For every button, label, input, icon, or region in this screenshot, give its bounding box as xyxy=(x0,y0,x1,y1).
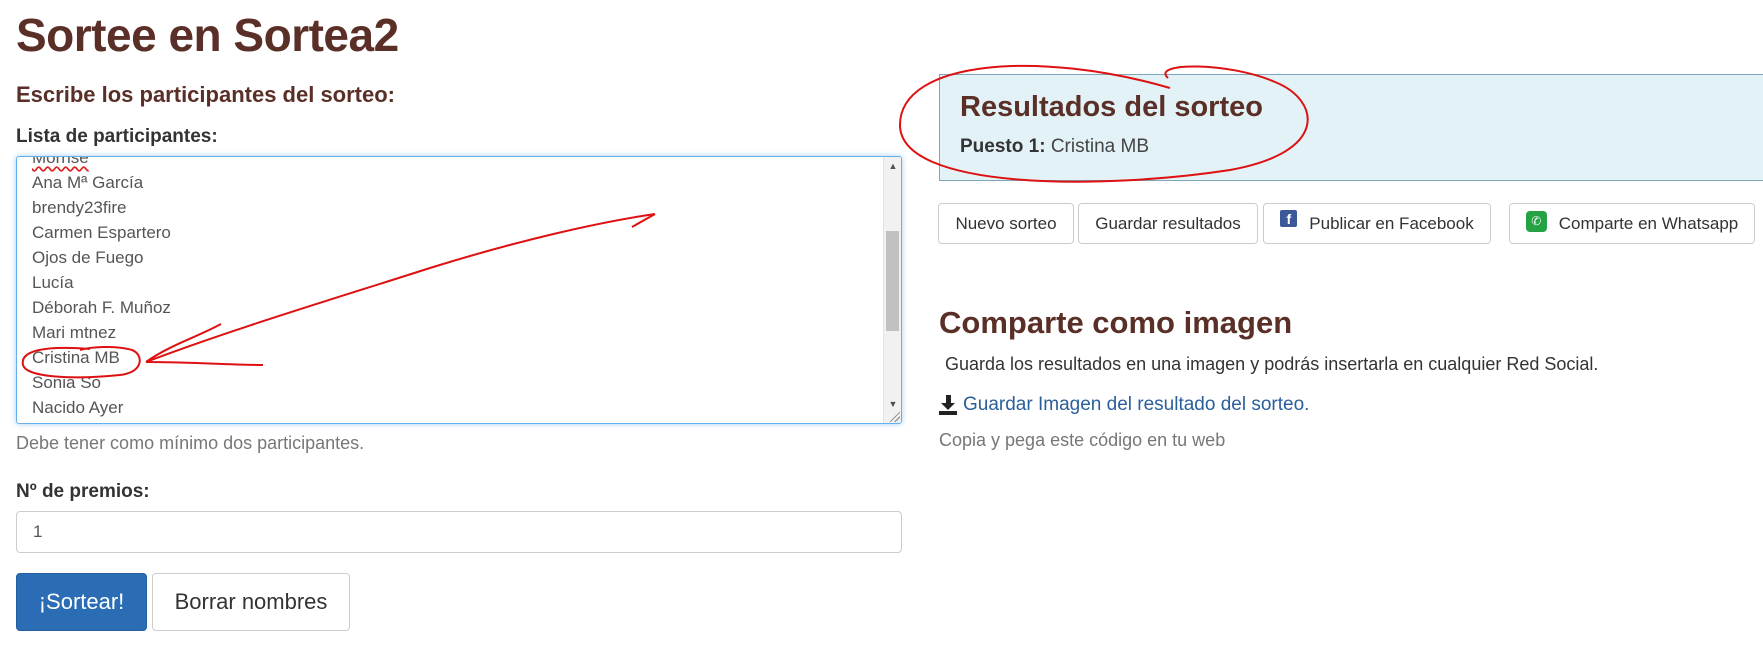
facebook-share-label: Publicar en Facebook xyxy=(1309,213,1474,233)
embed-code-text: Copia y pega este código en tu web xyxy=(939,430,1226,450)
results-title: Resultados del sorteo xyxy=(960,91,1263,123)
clear-names-button[interactable]: Borrar nombres xyxy=(152,573,350,631)
participants-label: Lista de participantes: xyxy=(16,126,218,147)
results-panel: Resultados del sorteo Puesto 1: Cristina… xyxy=(939,74,1763,181)
facebook-icon: f xyxy=(1280,210,1298,227)
participants-help-text: Debe tener como mínimo dos participantes… xyxy=(16,433,365,453)
list-item: Déborah F. Muñoz xyxy=(32,298,171,317)
scroll-thumb[interactable] xyxy=(886,231,899,331)
share-image-title: Comparte como imagen xyxy=(939,305,1293,340)
participants-textarea[interactable]: Morrise Ana Mª García brendy23fire Carme… xyxy=(16,156,902,424)
list-item: brendy23fire xyxy=(32,198,127,217)
download-row: Guardar Imagen del resultado del sorteo. xyxy=(939,394,1309,416)
result-position-value: Cristina MB xyxy=(1050,136,1149,157)
list-item: Carmen Espartero xyxy=(32,223,171,242)
list-item: Mari mtnez xyxy=(32,323,117,342)
save-image-link[interactable]: Guardar Imagen del resultado del sorteo. xyxy=(963,394,1309,416)
prizes-label: Nº de premios: xyxy=(16,481,150,502)
list-item: Ana Mª García xyxy=(32,173,144,192)
participants-list: Morrise Ana Mª García brendy23fire Carme… xyxy=(32,156,171,420)
prizes-input[interactable] xyxy=(16,511,902,553)
vertical-scrollbar[interactable]: ▲ ▼ xyxy=(883,157,901,423)
list-item: Lucía xyxy=(32,273,74,292)
result-position-1: Puesto 1: Cristina MB xyxy=(960,136,1149,158)
whatsapp-share-button[interactable]: ✆ Comparte en Whatsapp xyxy=(1509,203,1755,244)
list-item: Ojos de Fuego xyxy=(32,248,144,267)
facebook-share-button[interactable]: f Publicar en Facebook xyxy=(1263,203,1491,244)
list-item: Nacido Ayer xyxy=(32,398,124,417)
section-heading: Escribe los participantes del sorteo: xyxy=(16,82,396,107)
share-image-description: Guarda los resultados en una imagen y po… xyxy=(945,354,1599,374)
list-item: Morrise xyxy=(32,156,89,167)
page-title: Sortee en Sortea2 xyxy=(16,9,399,61)
whatsapp-share-label: Comparte en Whatsapp xyxy=(1558,213,1739,233)
new-draw-button[interactable]: Nuevo sorteo xyxy=(938,203,1074,244)
scroll-up-arrow-icon[interactable]: ▲ xyxy=(884,157,901,175)
list-item: Cristina MB xyxy=(32,348,120,367)
whatsapp-icon: ✆ xyxy=(1525,211,1547,232)
download-icon xyxy=(939,395,957,415)
result-position-label: Puesto 1: xyxy=(960,136,1046,157)
draw-button[interactable]: ¡Sortear! xyxy=(16,573,147,631)
list-item: Sonia So xyxy=(32,373,101,392)
save-results-button[interactable]: Guardar resultados xyxy=(1078,203,1258,244)
resize-grip-icon[interactable] xyxy=(888,410,900,422)
